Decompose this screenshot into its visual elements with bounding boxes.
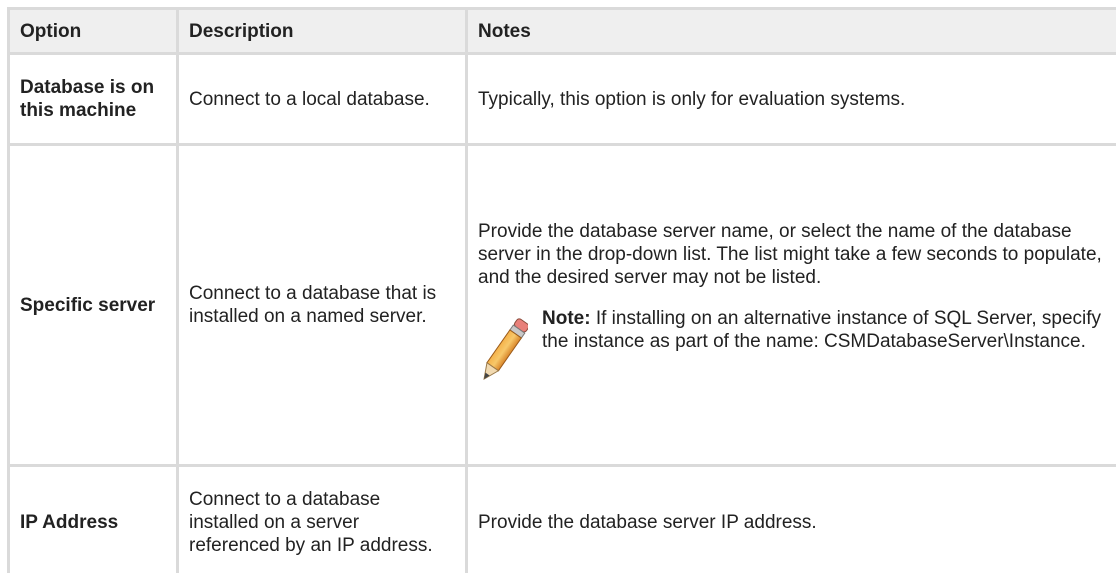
table-row: IP Address Connect to a database install… xyxy=(7,464,1116,573)
option-cell: IP Address xyxy=(7,464,179,573)
table-header-row: Option Description Notes xyxy=(7,7,1116,55)
notes-cell: Provide the database server name, or sel… xyxy=(465,143,1116,467)
option-cell: Specific server xyxy=(7,143,179,467)
notes-paragraph: Provide the database server name, or sel… xyxy=(478,220,1102,288)
note-callout: Note: If installing on an alternative in… xyxy=(478,307,1116,391)
description-cell: Connect to a local database. xyxy=(176,52,468,146)
header-description: Description xyxy=(176,7,468,55)
note-label: Note: xyxy=(542,307,591,329)
notes-cell: Provide the database server IP address. xyxy=(465,464,1116,573)
header-option: Option xyxy=(7,7,179,55)
description-cell: Connect to a database installed on a ser… xyxy=(176,464,468,573)
notes-cell: Typically, this option is only for evalu… xyxy=(465,52,1116,146)
note-body: If installing on an alternative instance… xyxy=(542,307,1102,352)
options-table: Option Description Notes Database is on … xyxy=(7,7,1116,573)
note-text: Note: If installing on an alternative in… xyxy=(542,307,1116,353)
pencil-icon xyxy=(478,313,530,391)
table-row: Specific server Connect to a database th… xyxy=(7,143,1116,467)
description-cell: Connect to a database that is installed … xyxy=(176,143,468,467)
header-notes: Notes xyxy=(465,7,1116,55)
option-cell: Database is on this machine xyxy=(7,52,179,146)
table-row: Database is on this machine Connect to a… xyxy=(7,52,1116,146)
